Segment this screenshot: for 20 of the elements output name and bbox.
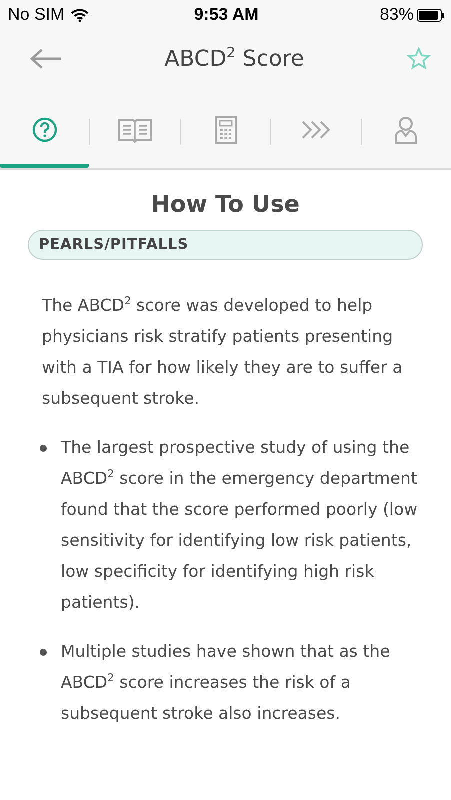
favorite-button[interactable] <box>406 47 431 71</box>
bullet-icon <box>40 445 47 452</box>
back-button[interactable] <box>30 48 62 70</box>
person-icon <box>394 116 418 144</box>
section-heading: How To Use <box>150 192 301 218</box>
bullet-text: The largest prospective study of using the ABCD$^{2}$ score in the emergency department found that the score performed poorly (low sensitivity for identifying low risk patients, low specificity for identifying high risk patients). <box>61 437 419 614</box>
book-icon <box>117 117 154 143</box>
wifi-icon <box>70 8 89 22</box>
chevrons-icon <box>300 120 331 140</box>
battery-percent: 83% <box>380 5 414 25</box>
section-label: PEARLS/PITFALLS <box>28 230 423 260</box>
bullet-text: Multiple studies have shown that as the ABCD$^{2}$ score increases the risk of a subsequent stroke also increases. <box>61 641 392 725</box>
screen-title: ABCD$^{2}$ Score <box>164 46 304 72</box>
battery-icon <box>417 8 445 22</box>
calculator-icon <box>214 116 237 144</box>
bullet-icon <box>40 649 47 656</box>
help-icon <box>32 117 58 143</box>
time-label: 9:53 AM <box>194 5 259 25</box>
intro-paragraph: The ABCD$^{2}$ score was developed to help physicians risk stratify patients presenting with a TIA for how likely they are to suffer a subsequent stroke. <box>42 294 404 410</box>
carrier-label: No SIM <box>8 5 65 25</box>
